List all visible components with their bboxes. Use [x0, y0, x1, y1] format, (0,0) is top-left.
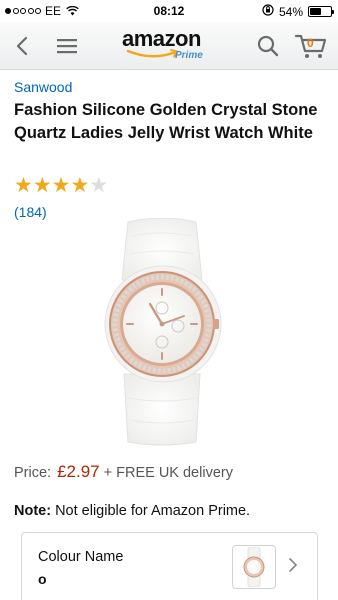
- smile-icon: [126, 49, 178, 58]
- cart-button[interactable]: 0: [293, 32, 329, 60]
- star-filled-icon: ★: [32, 174, 52, 197]
- status-right: 54%: [262, 4, 334, 19]
- status-bar: EE 08:12 54%: [0, 0, 338, 22]
- delivery-text: + FREE UK delivery: [103, 465, 233, 481]
- logo-text: amazon: [122, 26, 201, 51]
- cart-count: 0: [307, 36, 314, 50]
- variation-label: Colour Name: [38, 549, 124, 565]
- variation-thumbnail[interactable]: [232, 545, 276, 589]
- variation-value: o: [38, 571, 47, 587]
- battery-icon: [308, 6, 334, 17]
- note-label: Note:: [14, 503, 52, 519]
- search-button[interactable]: [254, 32, 282, 60]
- brand-link[interactable]: Sanwood: [14, 79, 72, 95]
- colour-variation-selector[interactable]: Colour Name o: [21, 532, 318, 600]
- price-row: Price: £2.97 + FREE UK delivery: [14, 462, 233, 482]
- nav-bar: amazon Prime 0: [0, 22, 338, 70]
- back-button[interactable]: [8, 32, 36, 60]
- menu-icon: [57, 39, 77, 54]
- product-title: Fashion Silicone Golden Crystal Stone Qu…: [14, 101, 318, 142]
- amazon-logo[interactable]: amazon Prime: [122, 28, 216, 64]
- rotation-lock-icon: [262, 4, 274, 19]
- search-icon: [257, 35, 279, 57]
- product-image[interactable]: [92, 217, 232, 446]
- battery-percent: 54%: [278, 4, 303, 19]
- star-filled-icon: ★: [51, 174, 71, 197]
- star-empty-icon: ★: [89, 174, 109, 197]
- star-rating[interactable]: ★ ★ ★ ★ ★: [14, 175, 108, 196]
- price-label: Price:: [14, 465, 52, 481]
- back-icon: [16, 36, 28, 56]
- star-filled-icon: ★: [14, 174, 33, 197]
- review-count-link[interactable]: (184): [14, 204, 47, 220]
- menu-button[interactable]: [53, 32, 81, 60]
- note-text: Not eligible for Amazon Prime.: [55, 503, 251, 519]
- star-filled-icon: ★: [70, 174, 90, 197]
- logo-prime-text: Prime: [175, 50, 203, 61]
- prime-note: Note: Not eligible for Amazon Prime.: [14, 503, 250, 519]
- chevron-right-icon: [289, 558, 297, 572]
- price-value: £2.97: [57, 462, 100, 481]
